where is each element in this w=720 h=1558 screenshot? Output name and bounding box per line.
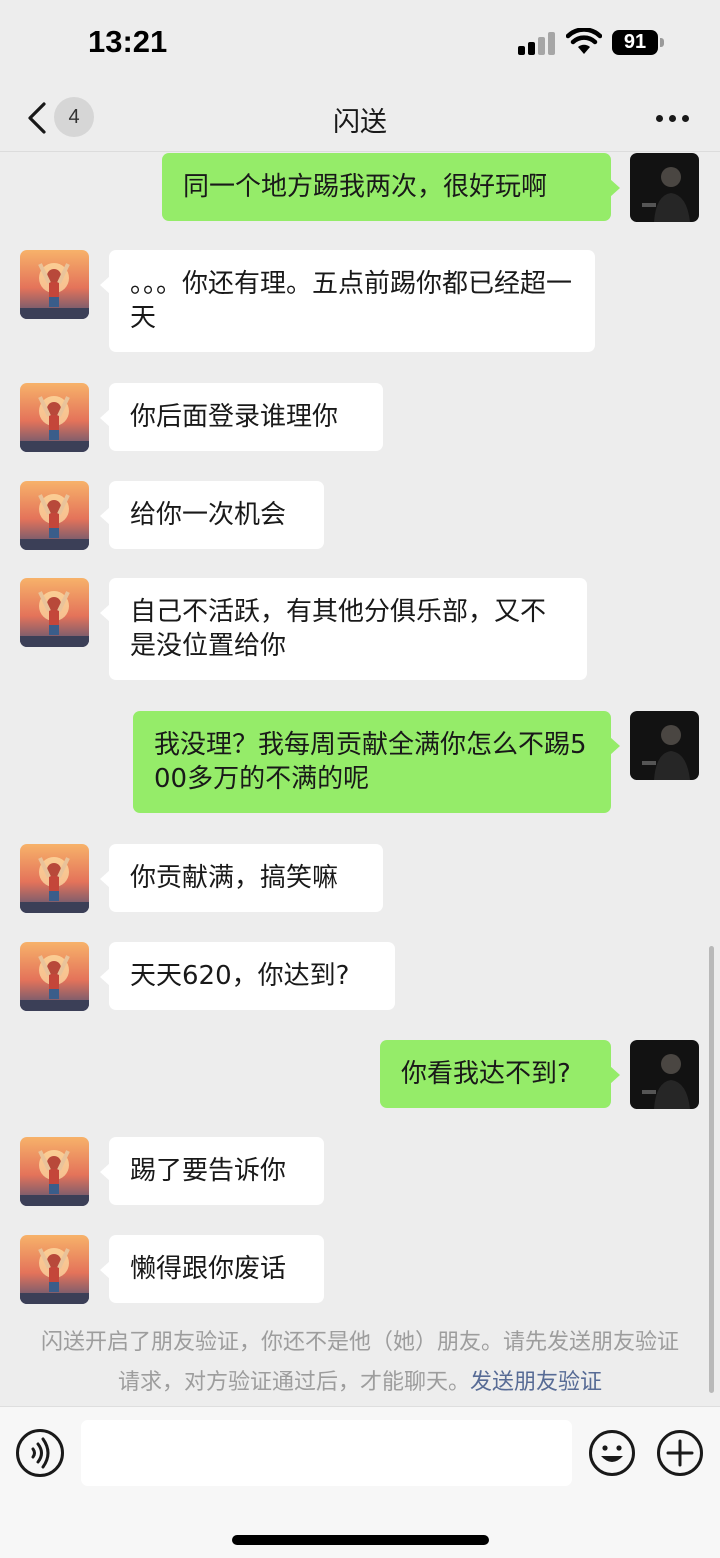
chat-title: 闪送 xyxy=(333,107,387,138)
voice-icon[interactable] xyxy=(16,1429,64,1477)
message-input[interactable] xyxy=(81,1420,572,1486)
status-bar: 13:21 91 xyxy=(0,0,720,86)
message-list[interactable]: 同一个地方踢我两次，很好玩啊 。。。你还有理。五点前踢你都已经超一天 你后面登录… xyxy=(0,153,720,1406)
home-indicator xyxy=(232,1535,489,1545)
message-bubble-in[interactable]: 懒得跟你废话 xyxy=(100,1235,324,1303)
contact-avatar[interactable] xyxy=(20,1137,89,1206)
input-bar xyxy=(0,1406,720,1558)
my-avatar[interactable] xyxy=(630,711,699,780)
status-time: 13:21 xyxy=(88,24,168,59)
contact-avatar[interactable] xyxy=(20,578,89,647)
contact-avatar[interactable] xyxy=(20,481,89,550)
battery-icon: 91 xyxy=(612,30,658,55)
message-bubble-in[interactable]: 自己不活跃，有其他分俱乐部，又不是没位置给你 xyxy=(100,578,587,680)
message-bubble-in[interactable]: 给你一次机会 xyxy=(100,481,324,549)
my-avatar[interactable] xyxy=(630,1040,699,1109)
contact-avatar[interactable] xyxy=(20,1235,89,1304)
contact-avatar[interactable] xyxy=(20,942,89,1011)
message-bubble-in[interactable]: 天天620，你达到? xyxy=(100,942,395,1010)
contact-avatar[interactable] xyxy=(20,844,89,913)
emoji-icon[interactable] xyxy=(588,1429,636,1477)
message-bubble-in[interactable]: 踢了要告诉你 xyxy=(100,1137,324,1205)
contact-avatar[interactable] xyxy=(20,250,89,319)
message-bubble-in[interactable]: 你贡献满，搞笑嘛 xyxy=(100,844,383,912)
battery-tip xyxy=(660,38,664,47)
my-avatar[interactable] xyxy=(630,153,699,222)
more-icon[interactable] xyxy=(656,115,690,123)
send-friend-verification-link[interactable]: 发送朋友验证 xyxy=(470,1370,602,1395)
message-bubble-in[interactable]: 你后面登录谁理你 xyxy=(100,383,383,451)
plus-icon[interactable] xyxy=(656,1429,704,1477)
message-bubble-out[interactable]: 你看我达不到? xyxy=(380,1040,620,1108)
signal-icon xyxy=(518,31,558,55)
nav-bar: 4 闪送 xyxy=(0,86,720,152)
message-bubble-in[interactable]: 。。。你还有理。五点前踢你都已经超一天 xyxy=(100,250,595,352)
scrollbar[interactable] xyxy=(709,946,714,1393)
friend-verification-notice: 闪送开启了朋友验证，你还不是他（她）朋友。请先发送朋友验证请求，对方验证通过后，… xyxy=(40,1323,680,1403)
wifi-icon xyxy=(566,28,602,54)
contact-avatar[interactable] xyxy=(20,383,89,452)
message-bubble-out[interactable]: 我没理？我每周贡献全满你怎么不踢500多万的不满的呢 xyxy=(133,711,620,813)
message-bubble-out[interactable]: 同一个地方踢我两次，很好玩啊 xyxy=(162,153,620,221)
